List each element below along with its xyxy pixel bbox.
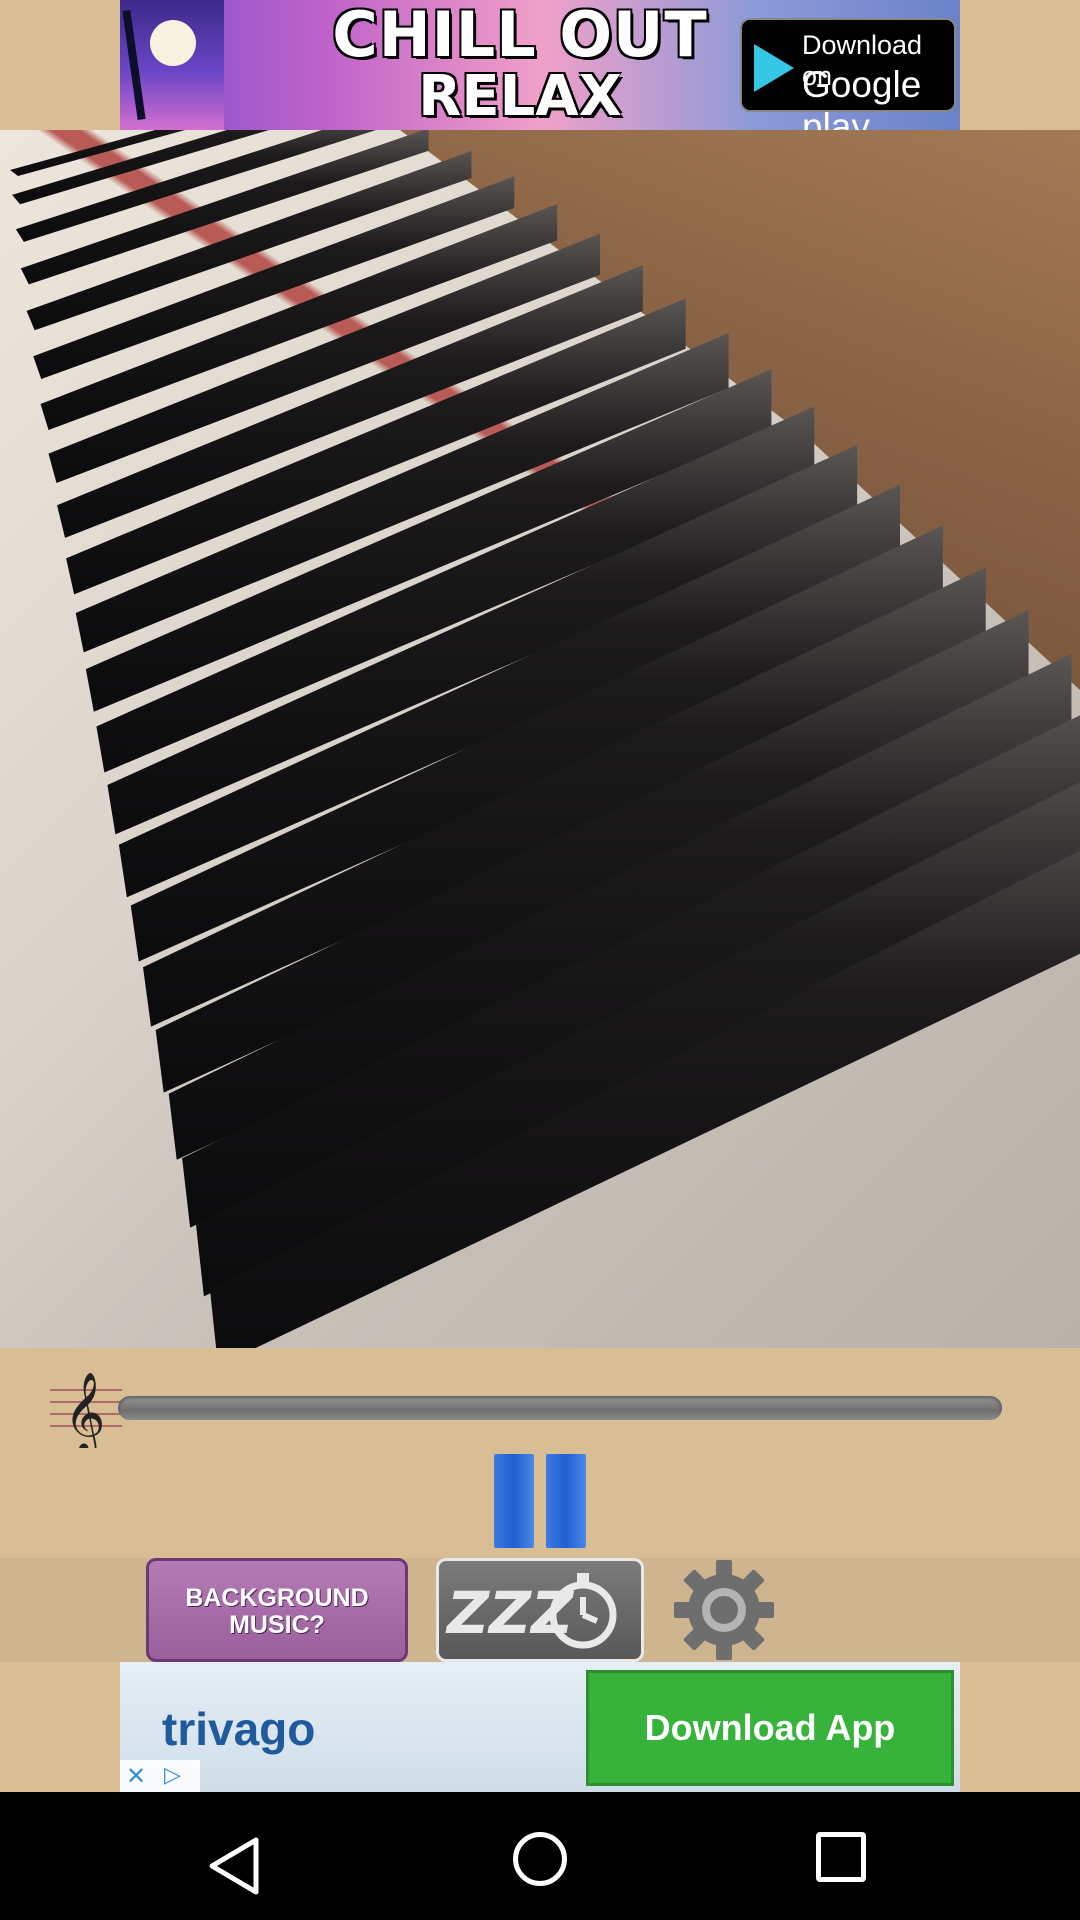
moon-shape bbox=[150, 20, 196, 66]
google-play-icon bbox=[754, 44, 794, 92]
background-music-button[interactable]: BACKGROUND MUSIC? bbox=[146, 1558, 408, 1662]
recents-icon[interactable] bbox=[816, 1832, 866, 1882]
progress-track[interactable] bbox=[118, 1396, 1002, 1420]
settings-button[interactable] bbox=[674, 1558, 774, 1662]
background-music-label: BACKGROUND MUSIC? bbox=[185, 1584, 369, 1639]
treble-clef-icon: 𝄞 bbox=[50, 1371, 122, 1448]
adchoices-icon[interactable]: ▷ bbox=[164, 1762, 181, 1788]
close-icon[interactable]: ✕ bbox=[126, 1762, 146, 1791]
pause-button[interactable] bbox=[494, 1454, 586, 1548]
back-icon[interactable] bbox=[206, 1836, 266, 1896]
trivago-logo: trivago bbox=[162, 1703, 316, 1755]
gear-icon bbox=[674, 1560, 774, 1660]
home-icon[interactable] bbox=[513, 1832, 567, 1886]
ad-headline-line1: CHILL OUT bbox=[332, 0, 708, 71]
top-ad-banner[interactable]: CHILL OUT RELAX MUSIC Download on Google… bbox=[120, 0, 960, 130]
sleep-timer-button[interactable]: ZZZ bbox=[436, 1558, 644, 1662]
piano-black-keys bbox=[10, 130, 1080, 1348]
bottom-ad-banner[interactable]: trivago Download App ✕ ▷ bbox=[120, 1662, 960, 1792]
ad-headline-line2: RELAX MUSIC bbox=[418, 64, 622, 131]
palm-tree-shape bbox=[122, 9, 146, 121]
pause-icon-bar-right bbox=[546, 1454, 586, 1548]
pause-icon bbox=[494, 1454, 534, 1548]
download-app-button[interactable]: Download App bbox=[586, 1670, 954, 1786]
adchoices-bar[interactable]: ✕ ▷ bbox=[120, 1760, 200, 1792]
svg-text:𝄞: 𝄞 bbox=[64, 1371, 105, 1448]
badge-line2: Google play bbox=[802, 64, 922, 130]
piano-keys-photo bbox=[0, 130, 1080, 1348]
app-screen: CHILL OUT RELAX MUSIC Download on Google… bbox=[0, 0, 1080, 1920]
google-play-badge[interactable]: Download on Google play bbox=[740, 18, 956, 130]
ad-headline: CHILL OUT RELAX MUSIC bbox=[310, 0, 730, 131]
sleep-timer-icon: ZZZ bbox=[445, 1573, 617, 1649]
ad-app-icon bbox=[120, 0, 224, 130]
